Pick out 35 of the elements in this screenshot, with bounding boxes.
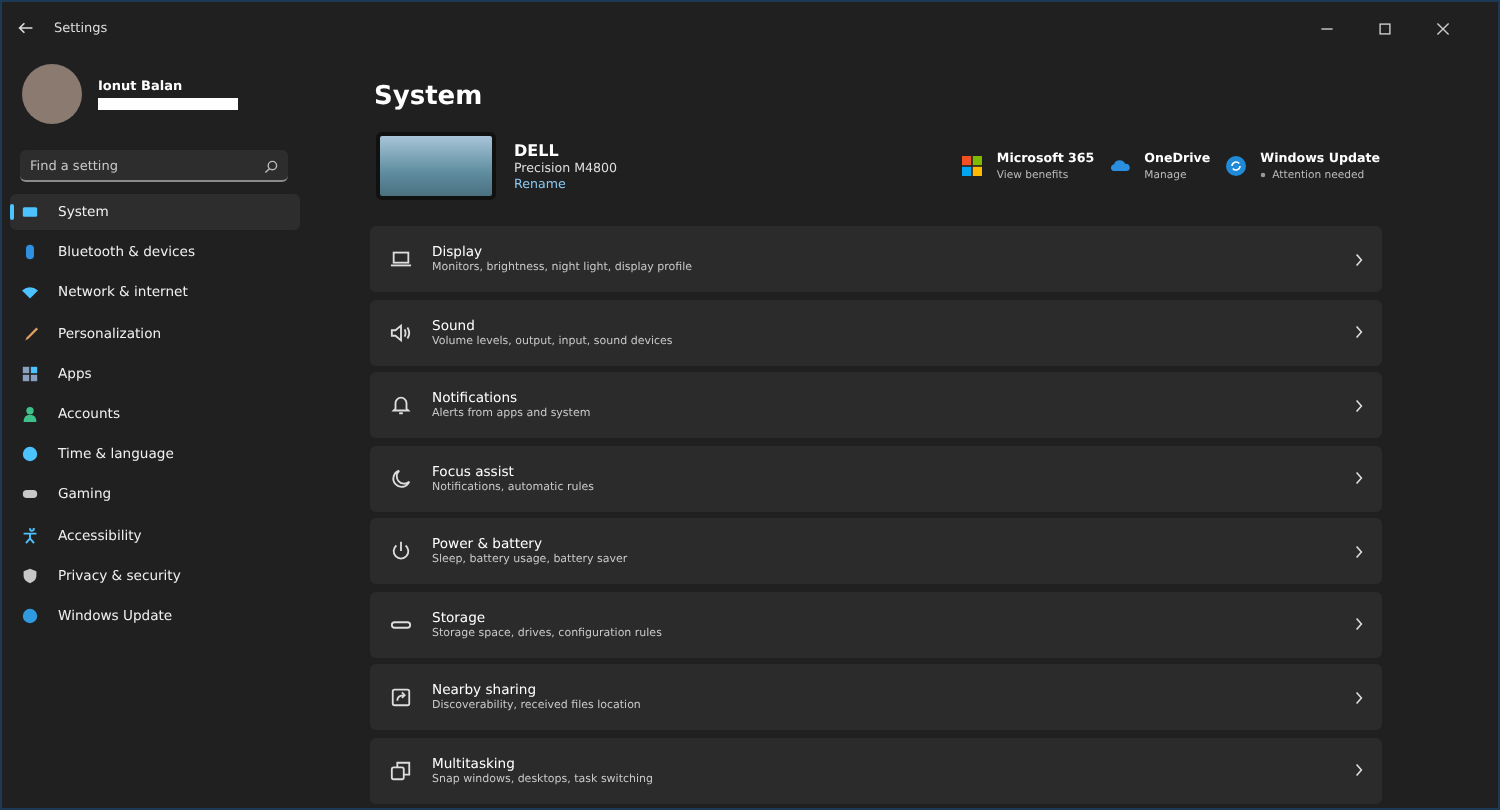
chevron-right-icon (1354, 324, 1364, 340)
chevron-right-icon (1354, 616, 1364, 632)
shield-icon (22, 567, 38, 584)
close-icon[interactable] (1436, 21, 1450, 35)
cloud-icon (1110, 156, 1131, 176)
wifi-icon (22, 284, 38, 301)
power-icon (390, 540, 412, 562)
page-title: System (374, 82, 485, 112)
device-name: DELL (514, 141, 561, 159)
chevron-right-icon (1354, 543, 1364, 559)
laptop-icon (390, 248, 412, 270)
apps-icon (22, 365, 38, 382)
search-icon (264, 159, 278, 173)
person-icon (22, 405, 38, 422)
accessibility-icon (22, 527, 38, 543)
maximize-icon[interactable] (1378, 21, 1392, 35)
status-dot-icon (1260, 172, 1267, 178)
speaker-icon (390, 321, 412, 343)
share-icon (390, 686, 412, 708)
redaction-bar (98, 98, 238, 110)
photo-placeholder (376, 132, 496, 200)
avatar-circle (22, 64, 82, 124)
chevron-right-icon (1354, 689, 1364, 705)
back-arrow-icon[interactable] (18, 20, 34, 36)
chevron-right-icon (1354, 251, 1364, 267)
brush-icon (22, 325, 38, 342)
chevron-right-icon (1354, 470, 1364, 486)
four-squares-icon (962, 156, 983, 176)
chevron-right-icon (1354, 397, 1364, 413)
bell-icon (390, 394, 412, 416)
windows-icon (390, 759, 412, 781)
selection-indicator (10, 204, 14, 220)
chevron-right-icon (1354, 762, 1364, 778)
monitor-icon (22, 204, 38, 220)
moon-icon (390, 467, 412, 489)
